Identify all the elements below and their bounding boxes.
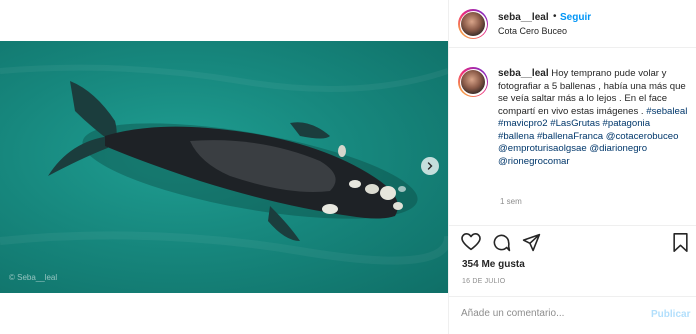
photo-watermark: © Seba__leal <box>9 273 58 282</box>
post-caption: seba__leal Hoy temprano pude volar y fot… <box>498 68 688 168</box>
caption-tag[interactable]: #LasGrutas <box>550 118 600 129</box>
caption-tag[interactable]: @rionegrocomar <box>498 156 570 167</box>
whale-photo <box>0 64 448 265</box>
caption-tag[interactable]: #mavicpro2 <box>498 118 548 129</box>
post-sidebar: seba__leal • Seguir Cota Cero Buceo seba… <box>448 0 696 334</box>
separator-dot: • <box>553 11 557 22</box>
caption-tag[interactable]: #ballena <box>498 131 534 142</box>
caption-time: 1 sem <box>500 197 522 206</box>
caption-tag[interactable]: @emproturisaolgsae <box>498 143 587 154</box>
chevron-right-icon <box>427 162 433 170</box>
caption-tag[interactable]: #sebaleal <box>646 106 687 117</box>
comment-input[interactable] <box>461 308 641 319</box>
action-bar <box>449 225 696 226</box>
save-button[interactable] <box>673 233 688 257</box>
heart-icon <box>461 233 481 251</box>
publish-button[interactable]: Publicar <box>651 309 690 320</box>
share-icon <box>522 233 541 252</box>
comment-button[interactable] <box>492 233 511 257</box>
caption-username[interactable]: seba__leal <box>498 68 549 79</box>
post-date[interactable]: 16 DE JULIO <box>462 278 505 285</box>
header-username[interactable]: seba__leal <box>498 12 549 23</box>
share-button[interactable] <box>522 233 541 257</box>
comment-bar: Publicar <box>449 296 696 334</box>
caption-tag[interactable]: #ballenaFranca <box>537 131 603 142</box>
post-media[interactable]: © Seba__leal <box>0 41 448 293</box>
like-count[interactable]: 354 Me gusta <box>462 259 525 270</box>
caption-tag[interactable]: @diarionegro <box>589 143 647 154</box>
post-header: seba__leal • Seguir Cota Cero Buceo <box>449 0 696 48</box>
avatar[interactable] <box>458 9 488 39</box>
caption-avatar[interactable] <box>458 67 488 97</box>
bookmark-icon <box>673 233 688 252</box>
comment-icon <box>493 234 511 252</box>
follow-button[interactable]: Seguir <box>560 12 591 23</box>
like-button[interactable] <box>461 233 481 256</box>
next-slide-button[interactable] <box>421 157 439 175</box>
post-location[interactable]: Cota Cero Buceo <box>498 26 567 36</box>
caption-tag[interactable]: #patagonia <box>603 118 650 129</box>
caption-tag[interactable]: @cotacerobuceo <box>606 131 679 142</box>
